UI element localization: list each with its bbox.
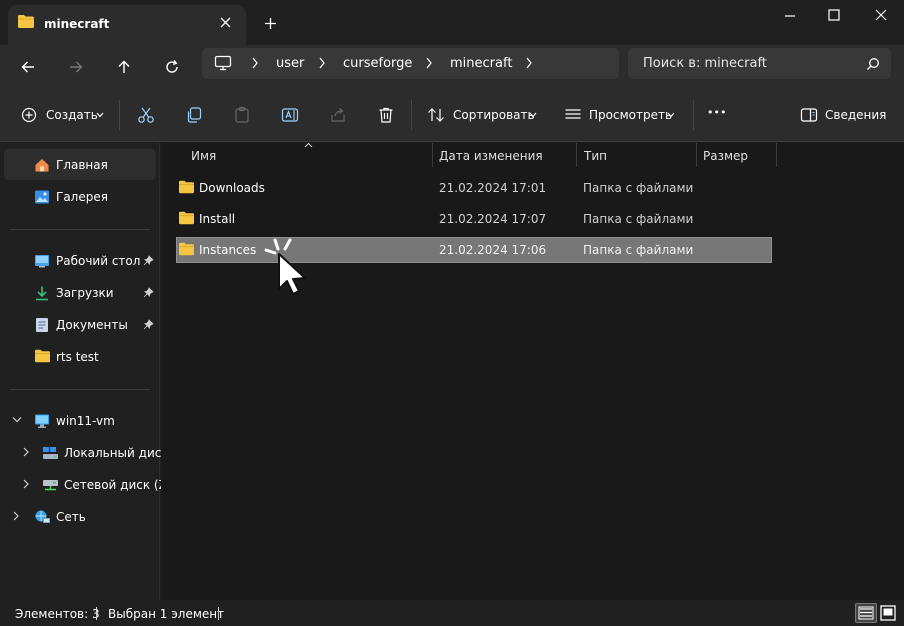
chevron-down-icon[interactable] <box>667 112 675 118</box>
sort-up-icon <box>304 142 313 148</box>
breadcrumb-minecraft[interactable]: minecraft <box>450 56 512 71</box>
tab-title: minecraft <box>44 17 110 31</box>
plus-circle-icon[interactable] <box>21 107 37 123</box>
file-name: Install <box>199 212 236 226</box>
command-bar <box>0 89 904 142</box>
column-header-type[interactable]: Тип <box>584 149 607 163</box>
divider <box>411 100 412 130</box>
local-disk-icon <box>42 445 59 461</box>
folder-icon <box>178 180 195 194</box>
file-date: 21.02.2024 17:06 <box>439 243 547 257</box>
file-date: 21.02.2024 17:07 <box>439 212 547 226</box>
divider <box>119 100 120 130</box>
mouse-cursor-icon <box>262 236 308 298</box>
file-name: Downloads <box>199 181 265 195</box>
divider <box>218 607 219 620</box>
divider <box>96 607 97 620</box>
folder-icon <box>34 349 51 363</box>
sidebar-item-label: Главная <box>56 158 108 172</box>
maximize-button[interactable] <box>828 9 840 21</box>
cut-icon[interactable] <box>137 106 155 124</box>
paste-icon[interactable] <box>233 106 251 124</box>
chevron-down-icon[interactable] <box>529 112 537 118</box>
sidebar-item-label: Документы <box>56 318 128 332</box>
gallery-icon <box>34 189 50 205</box>
new-tab-button[interactable] <box>264 17 277 30</box>
sidebar-item-label: Сеть <box>56 510 86 524</box>
file-type: Папка с файлами <box>583 243 694 257</box>
pin-icon[interactable] <box>143 319 154 330</box>
file-date: 21.02.2024 17:01 <box>439 181 547 195</box>
view-icon[interactable] <box>564 107 582 123</box>
breadcrumb-user[interactable]: user <box>276 56 304 71</box>
close-tab-icon[interactable] <box>220 17 231 28</box>
computer-icon <box>34 413 50 429</box>
sidebar-item-label: rts test <box>56 350 99 364</box>
network-drive-icon <box>42 479 59 491</box>
breadcrumb-curseforge[interactable]: curseforge <box>343 56 412 71</box>
forward-button[interactable] <box>64 55 88 79</box>
status-selected-count: Выбран 1 элемент <box>108 607 225 621</box>
refresh-button[interactable] <box>160 55 184 79</box>
share-icon[interactable] <box>329 106 347 124</box>
chevron-right-icon[interactable] <box>251 56 259 70</box>
column-divider[interactable] <box>776 143 777 167</box>
minimize-button[interactable] <box>775 8 805 24</box>
divider <box>10 389 150 390</box>
rename-icon[interactable] <box>281 106 299 124</box>
sidebar-item-label: Рабочий стол <box>56 254 141 268</box>
delete-icon[interactable] <box>377 106 395 124</box>
chevron-right-icon[interactable] <box>318 56 326 70</box>
pin-icon[interactable] <box>143 287 154 298</box>
pin-icon[interactable] <box>143 255 154 266</box>
network-icon <box>34 509 51 525</box>
home-icon <box>34 157 50 173</box>
search-placeholder: Поиск в: minecraft <box>643 56 767 71</box>
divider <box>10 229 150 230</box>
up-button[interactable] <box>112 55 136 79</box>
more-options-button[interactable]: ••• <box>707 106 726 119</box>
search-icon[interactable] <box>866 57 880 71</box>
computer-icon[interactable] <box>214 55 232 71</box>
sidebar-item-label: win11-vm <box>56 414 115 428</box>
folder-icon <box>178 242 195 256</box>
column-divider[interactable] <box>432 143 433 167</box>
sidebar-item-label: Галерея <box>56 190 108 204</box>
column-header-date[interactable]: Дата изменения <box>439 149 543 163</box>
folder-icon <box>17 14 35 29</box>
file-type: Папка с файлами <box>583 181 694 195</box>
documents-icon <box>34 317 50 333</box>
desktop-icon <box>34 253 50 269</box>
back-button[interactable] <box>16 55 40 79</box>
status-items-count: Элементов: 3 <box>15 607 100 621</box>
sidebar-item-label: Сетевой диск (Z:) <box>64 478 176 492</box>
column-header-name[interactable]: Имя <box>191 149 216 163</box>
create-button[interactable]: Создать <box>46 108 98 122</box>
chevron-right-icon[interactable] <box>425 56 433 70</box>
details-view-button[interactable] <box>855 603 877 623</box>
sort-button[interactable]: Сортировать <box>453 108 535 122</box>
download-icon <box>34 285 50 301</box>
close-window-button[interactable] <box>875 9 887 21</box>
chevron-down-icon[interactable] <box>96 112 104 118</box>
folder-icon <box>178 211 195 225</box>
file-type: Папка с файлами <box>583 212 694 226</box>
sort-icon[interactable] <box>427 106 445 124</box>
details-pane-icon[interactable] <box>800 107 818 123</box>
column-header-size[interactable]: Размер <box>703 149 748 163</box>
copy-icon[interactable] <box>185 106 203 124</box>
file-name: Instances <box>199 243 257 257</box>
chevron-right-icon[interactable] <box>525 56 533 70</box>
divider <box>693 100 694 130</box>
view-button[interactable]: Просмотреть <box>589 108 672 122</box>
details-button[interactable]: Сведения <box>825 108 886 122</box>
column-divider[interactable] <box>576 143 577 167</box>
sidebar-item-label: Локальный диск <box>64 446 169 460</box>
sidebar-item-label: Загрузки <box>56 286 114 300</box>
tiles-view-button[interactable] <box>879 604 897 622</box>
column-divider[interactable] <box>696 143 697 167</box>
